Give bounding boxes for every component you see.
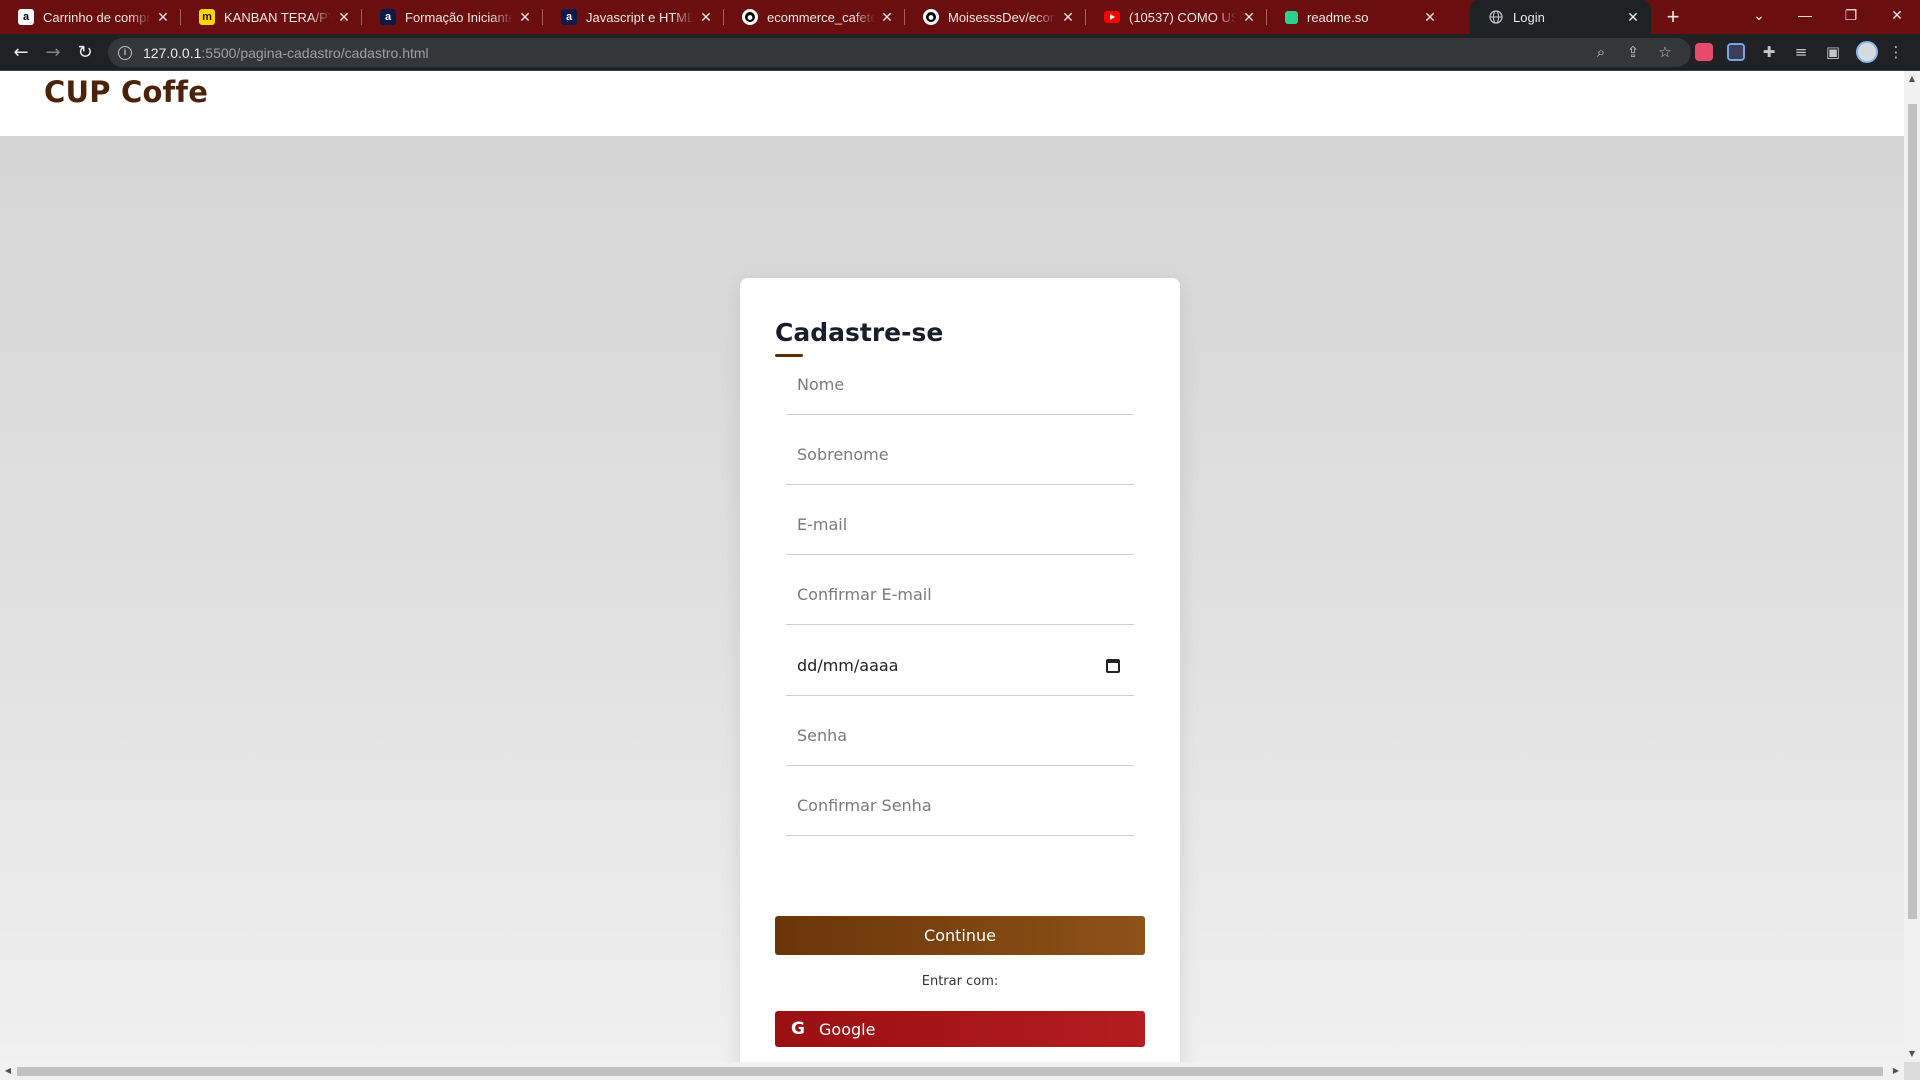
tab-title: ecommerce_cafeteria/	[767, 9, 875, 25]
email-field[interactable]	[786, 495, 1134, 555]
tab-search-icon[interactable]: ⌄	[1736, 0, 1782, 30]
url-host: 127.0.0.1	[143, 44, 202, 61]
close-tab-icon[interactable]: ✕	[1422, 9, 1438, 26]
tab-title: KANBAN TERA/PYTHO	[224, 9, 332, 25]
scroll-left-arrow-icon[interactable]: ◀	[0, 1062, 16, 1080]
tab-title: Javascript e HTML: des	[586, 9, 694, 25]
password-field[interactable]	[786, 706, 1134, 766]
browser-tab-active[interactable]: Login ✕	[1470, 0, 1651, 34]
tab-title: (10537) COMO USAR	[1129, 9, 1237, 25]
tab-title: MoisesssDev/ecomme	[948, 9, 1056, 25]
close-tab-icon[interactable]: ✕	[1625, 9, 1641, 26]
confirm-password-field[interactable]	[786, 776, 1134, 836]
browser-tab[interactable]: MoisesssDev/ecomme ✕	[905, 0, 1086, 34]
profile-avatar[interactable]	[1856, 41, 1878, 63]
share-icon[interactable]: ⇪	[1623, 42, 1643, 62]
extensions-puzzle-icon[interactable]: ✚	[1759, 42, 1779, 62]
restore-button[interactable]: ❐	[1828, 0, 1874, 30]
back-button[interactable]: ←	[8, 40, 34, 66]
brand-logo[interactable]: CUP Coffe	[44, 75, 208, 109]
tab-title: Carrinho de compras d	[43, 9, 151, 25]
address-bar[interactable]: i 127.0.0.1 :5500/pagina-cadastro/cadast…	[108, 38, 1691, 67]
menu-kebab-icon[interactable]: ⋮	[1886, 42, 1906, 62]
github-icon	[923, 9, 939, 25]
globe-icon	[1488, 9, 1504, 25]
new-tab-button[interactable]: +	[1660, 4, 1686, 30]
surname-field[interactable]	[786, 425, 1134, 485]
tab-title: Formação Iniciante em	[405, 9, 513, 25]
alura-favicon-icon: a	[561, 9, 577, 25]
surname-input[interactable]	[797, 445, 1134, 464]
forward-button[interactable]: →	[40, 40, 66, 66]
horizontal-scroll-thumb[interactable]	[17, 1067, 1883, 1076]
close-tab-icon[interactable]: ✕	[1241, 9, 1257, 26]
close-tab-icon[interactable]: ✕	[879, 9, 895, 26]
extension-icon[interactable]	[1695, 43, 1713, 61]
browser-tab[interactable]: a Formação Iniciante em ✕	[362, 0, 543, 34]
enter-with-label: Entrar com:	[921, 974, 999, 989]
browser-tab[interactable]: readme.so ✕	[1267, 0, 1448, 34]
google-login-button[interactable]: G Google	[775, 1011, 1145, 1047]
birthdate-field[interactable]: dd/mm/aaaa	[786, 636, 1134, 696]
browser-tab[interactable]: a Carrinho de compras d ✕	[0, 0, 181, 34]
browser-tab[interactable]: ecommerce_cafeteria/ ✕	[724, 0, 905, 34]
confirm-password-input[interactable]	[797, 796, 1134, 815]
browser-tab[interactable]: a Javascript e HTML: des ✕	[543, 0, 724, 34]
tab-title: readme.so	[1307, 9, 1369, 25]
close-tab-icon[interactable]: ✕	[155, 9, 171, 26]
confirm-email-field[interactable]	[786, 565, 1134, 625]
password-input[interactable]	[797, 726, 1134, 745]
miro-favicon-icon: m	[199, 9, 215, 25]
email-input[interactable]	[797, 515, 1134, 534]
close-tab-icon[interactable]: ✕	[698, 9, 714, 26]
calendar-icon[interactable]	[1106, 658, 1120, 673]
amazon-favicon-icon: a	[18, 9, 34, 25]
reload-button[interactable]: ↻	[72, 40, 98, 66]
youtube-icon	[1104, 11, 1120, 23]
scroll-down-arrow-icon[interactable]: ▼	[1904, 1046, 1920, 1062]
bookmark-star-icon[interactable]: ☆	[1655, 42, 1675, 62]
horizontal-scrollbar[interactable]: ◀ ▶	[0, 1062, 1904, 1080]
scroll-right-arrow-icon[interactable]: ▶	[1888, 1062, 1904, 1080]
side-panel-icon[interactable]: ▣	[1823, 42, 1843, 62]
browser-tab-strip: a Carrinho de compras d ✕ m KANBAN TERA/…	[0, 0, 1920, 34]
close-tab-icon[interactable]: ✕	[517, 9, 533, 26]
browser-tab[interactable]: m KANBAN TERA/PYTHO ✕	[181, 0, 362, 34]
confirm-email-input[interactable]	[797, 585, 1134, 604]
vertical-scrollbar[interactable]: ▲ ▼	[1904, 71, 1920, 1062]
close-tab-icon[interactable]: ✕	[336, 9, 352, 26]
browser-tab[interactable]: (10537) COMO USAR ✕	[1086, 0, 1267, 34]
signup-card: Cadastre-se dd/mm/aaaa Continue Entrar c…	[740, 278, 1180, 1062]
site-header: CUP Coffe	[0, 71, 1904, 136]
reading-list-icon[interactable]: ≡	[1791, 42, 1811, 62]
url-path: :5500/pagina-cadastro/cadastro.html	[201, 44, 429, 61]
github-icon	[742, 9, 758, 25]
vertical-scroll-thumb[interactable]	[1908, 104, 1917, 919]
birthdate-input[interactable]: dd/mm/aaaa	[797, 656, 1106, 675]
readme-icon	[1285, 10, 1298, 24]
extension-icon[interactable]	[1727, 43, 1745, 61]
browser-toolbar: ← → ↻ i 127.0.0.1 :5500/pagina-cadastro/…	[0, 34, 1920, 71]
page-viewport: CUP Coffe Cadastre-se dd/mm/aaaa Continu…	[0, 71, 1904, 1062]
google-button-label: Google	[819, 1019, 876, 1039]
site-info-icon[interactable]: i	[118, 45, 132, 60]
zoom-icon[interactable]: ⌕	[1591, 42, 1611, 62]
close-window-button[interactable]: ✕	[1874, 0, 1920, 30]
tab-title: Login	[1513, 9, 1545, 25]
minimize-button[interactable]: —	[1782, 0, 1828, 30]
continue-button[interactable]: Continue	[775, 916, 1145, 955]
scroll-up-arrow-icon[interactable]: ▲	[1904, 71, 1920, 87]
form-title: Cadastre-se	[775, 318, 944, 347]
close-tab-icon[interactable]: ✕	[1060, 9, 1076, 26]
name-field[interactable]	[786, 355, 1134, 415]
alura-favicon-icon: a	[380, 9, 396, 25]
google-icon: G	[791, 1019, 805, 1039]
scrollbar-corner	[1904, 1062, 1920, 1080]
name-input[interactable]	[797, 375, 1134, 394]
